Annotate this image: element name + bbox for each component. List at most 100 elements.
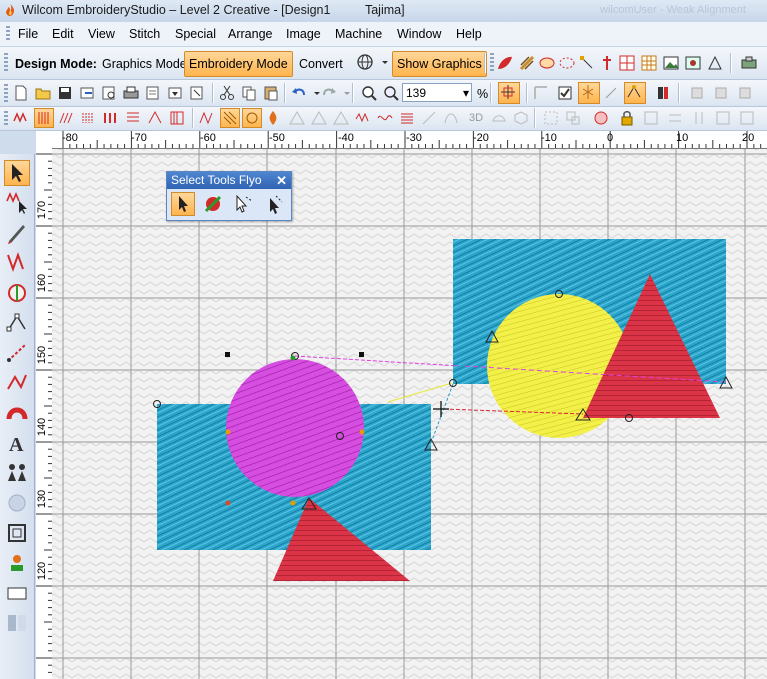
stitch-fancy-icon[interactable] [102,109,120,127]
text-tool[interactable]: A [4,430,30,456]
design-library-icon[interactable] [188,84,206,102]
effect-fill-icon[interactable] [398,109,416,127]
arrange2-icon[interactable] [666,109,684,127]
effect-cap-icon[interactable] [490,109,508,127]
image-icon[interactable] [684,54,702,72]
show-hoop-icon[interactable] [498,82,520,104]
menu-stitch[interactable]: Stitch [129,27,160,41]
stitch-tatami-icon[interactable] [58,109,76,127]
design-canvas[interactable] [52,149,767,679]
effect-wave-icon[interactable] [376,109,394,127]
photo-icon[interactable] [662,54,680,72]
export-icon[interactable] [78,84,96,102]
menubar-grip[interactable] [6,26,10,42]
reshape-tool[interactable] [4,310,30,336]
ellipse-shape-icon[interactable] [538,54,556,72]
appliqué-tool[interactable] [4,520,30,546]
satin-tool[interactable] [4,250,30,276]
new-file-icon[interactable] [12,84,30,102]
fill-tool[interactable] [4,280,30,306]
lasso-select-button[interactable] [261,192,285,216]
point-edit-icon[interactable] [578,54,596,72]
convert-button[interactable]: Convert [294,52,348,74]
pencil-tool[interactable] [4,220,30,246]
stitch-cross-icon[interactable] [168,109,186,127]
dashed-ellipse-icon[interactable] [558,54,576,72]
run-stitch-icon[interactable] [598,54,616,72]
mirror-tool[interactable] [4,610,30,636]
machine-icon[interactable] [740,54,758,72]
align-right-icon[interactable] [736,84,754,102]
effect-shape-icon[interactable] [512,109,530,127]
menu-arrange[interactable]: Arrange [228,27,272,41]
align-center-icon[interactable] [712,84,730,102]
toolbar-grip[interactable] [4,53,8,73]
color-icon[interactable] [592,109,610,127]
print-icon[interactable] [122,84,140,102]
stitch-run-icon[interactable] [12,109,30,127]
print-preview-icon[interactable] [100,84,118,102]
graphics-mode-button[interactable]: Graphics Mode [97,52,192,74]
show-connectors-icon[interactable] [624,82,646,104]
fill-stitch-icon[interactable] [518,54,536,72]
arc-tool[interactable] [4,400,30,426]
redo-dropdown-icon[interactable] [338,84,350,102]
select-object-button[interactable] [171,192,195,216]
globe-icon[interactable] [356,53,374,71]
arrange4-icon[interactable] [714,109,732,127]
select-by-color-button[interactable] [201,192,225,216]
print-worksheet-icon[interactable] [144,84,162,102]
menu-edit[interactable]: Edit [52,27,74,41]
reshape-icon[interactable] [542,109,560,127]
toolbar-grip-2[interactable] [490,53,494,73]
chevron-down-icon[interactable]: ▾ [463,84,469,103]
toolbar-grip-3[interactable] [4,84,8,102]
stitch-program-icon[interactable] [124,109,142,127]
menu-machine[interactable]: Machine [335,27,382,41]
cut-icon[interactable] [218,84,236,102]
undo-icon[interactable] [290,84,308,102]
effect-triangle2-icon[interactable] [310,109,328,127]
effect-3d-button[interactable]: 3D [464,107,488,127]
line-tool[interactable] [4,340,30,366]
vector-icon[interactable] [706,54,724,72]
save-icon[interactable] [56,84,74,102]
align-left-icon[interactable] [688,84,706,102]
checkbox-icon[interactable] [556,84,574,102]
select-tools-flyout[interactable]: Select Tools Flyo ✕ [166,171,292,221]
monogram-tool[interactable] [4,490,30,516]
copy-icon[interactable] [240,84,258,102]
horizontal-ruler[interactable]: -80 -70 -60 -50 -40 -30 -20 -10 0 10 20 [50,131,767,149]
effect-curve-icon[interactable] [442,109,460,127]
effect-texture-icon[interactable] [242,108,262,128]
send-to-machine-icon[interactable] [166,84,184,102]
menu-image[interactable]: Image [286,27,321,41]
effect-triangle-icon[interactable] [288,109,306,127]
effect-zigzag-icon[interactable] [354,109,372,127]
team-names-tool[interactable] [4,460,30,486]
effect-gradient-icon[interactable] [420,109,438,127]
lock-icon[interactable] [618,109,636,127]
menu-help[interactable]: Help [456,27,482,41]
arrange5-icon[interactable] [738,109,756,127]
transform-icon[interactable] [564,109,582,127]
paste-icon[interactable] [262,84,280,102]
menu-window[interactable]: Window [397,27,441,41]
rectangle-tool[interactable] [4,580,30,606]
polygon-select-button[interactable] [231,192,255,216]
undo-dropdown-icon[interactable] [308,84,320,102]
arrange3-icon[interactable] [690,109,708,127]
flyout-close-icon[interactable]: ✕ [276,172,287,189]
zoom-icon[interactable] [382,84,400,102]
grid-alt-icon[interactable] [640,54,658,72]
show-graphics-button[interactable]: Show Graphics [392,51,487,77]
motif-tool[interactable] [4,550,30,576]
menu-file[interactable]: File [18,27,38,41]
stitch-pattern-icon[interactable] [80,109,98,127]
stitch-motif-icon[interactable] [146,109,164,127]
show-stitches-icon[interactable] [578,82,600,104]
open-folder-icon[interactable] [34,84,52,102]
curve-tool[interactable] [4,370,30,396]
show-functions-icon[interactable] [654,84,672,102]
toolbar-grip-4[interactable] [4,111,8,126]
